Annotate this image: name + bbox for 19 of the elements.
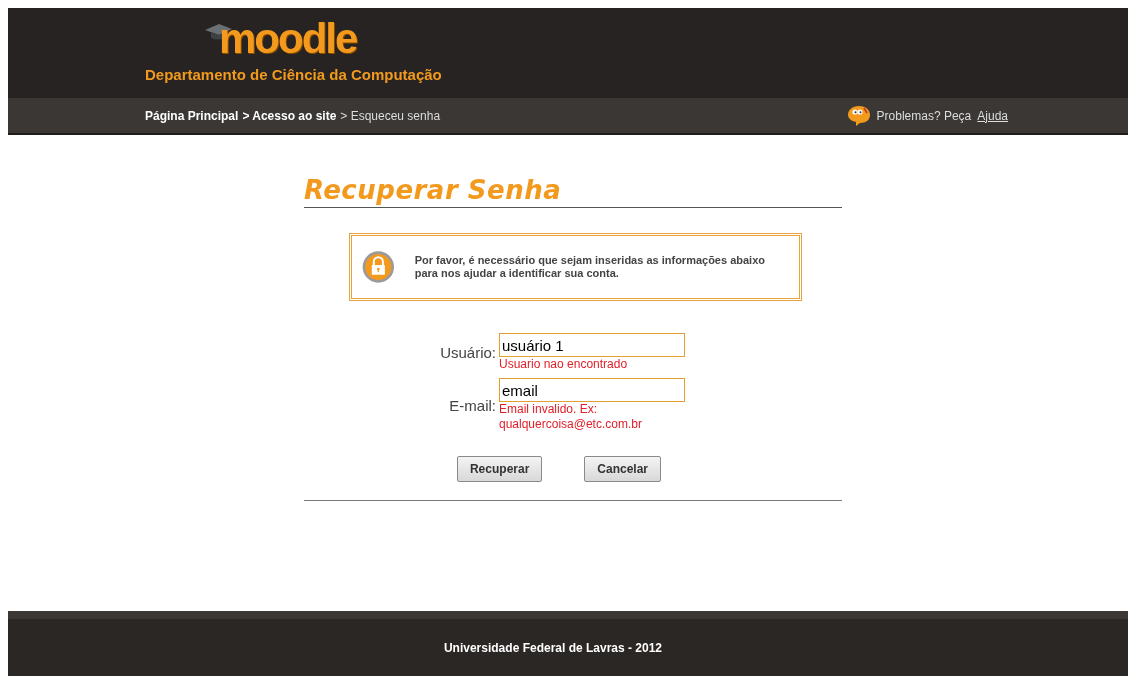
input-field[interactable]: email [499, 378, 685, 402]
breadcrumb-current: > Esqueceu senha [340, 108, 441, 123]
error-message: Email invalido. Ex: qualquercoisa@etc.com.br [499, 402, 643, 432]
field-label: E-mail: [448, 396, 496, 414]
field-label: Usuário: [439, 344, 496, 361]
department-name: Departamento de Ciência da Computação [145, 66, 442, 83]
page-title: Recuperar Senha [304, 175, 842, 208]
notice-text: Por favor, é necessário que sejam inseridas as informações abaixo para nos ajudar a identificar sua conta. [414, 254, 766, 280]
footer-text: Universidade Federal de Lavras - 2012 [8, 611, 1128, 676]
breadcrumb-link[interactable]: Página Principal [145, 108, 239, 123]
error-message: Usuario nao encontrado [499, 357, 629, 372]
input-field[interactable]: usuário 1 [499, 333, 685, 357]
breadcrumb-link[interactable]: > Acesso ao site [242, 108, 337, 123]
form-button[interactable]: Cancelar [584, 456, 662, 482]
form-button[interactable]: Recuperar [456, 456, 543, 482]
chat-bubble-icon [846, 104, 871, 127]
logo-text: moodle [219, 18, 357, 60]
help-text: Problemas? Peça [876, 108, 972, 123]
help-link[interactable]: Ajuda [977, 108, 1008, 123]
